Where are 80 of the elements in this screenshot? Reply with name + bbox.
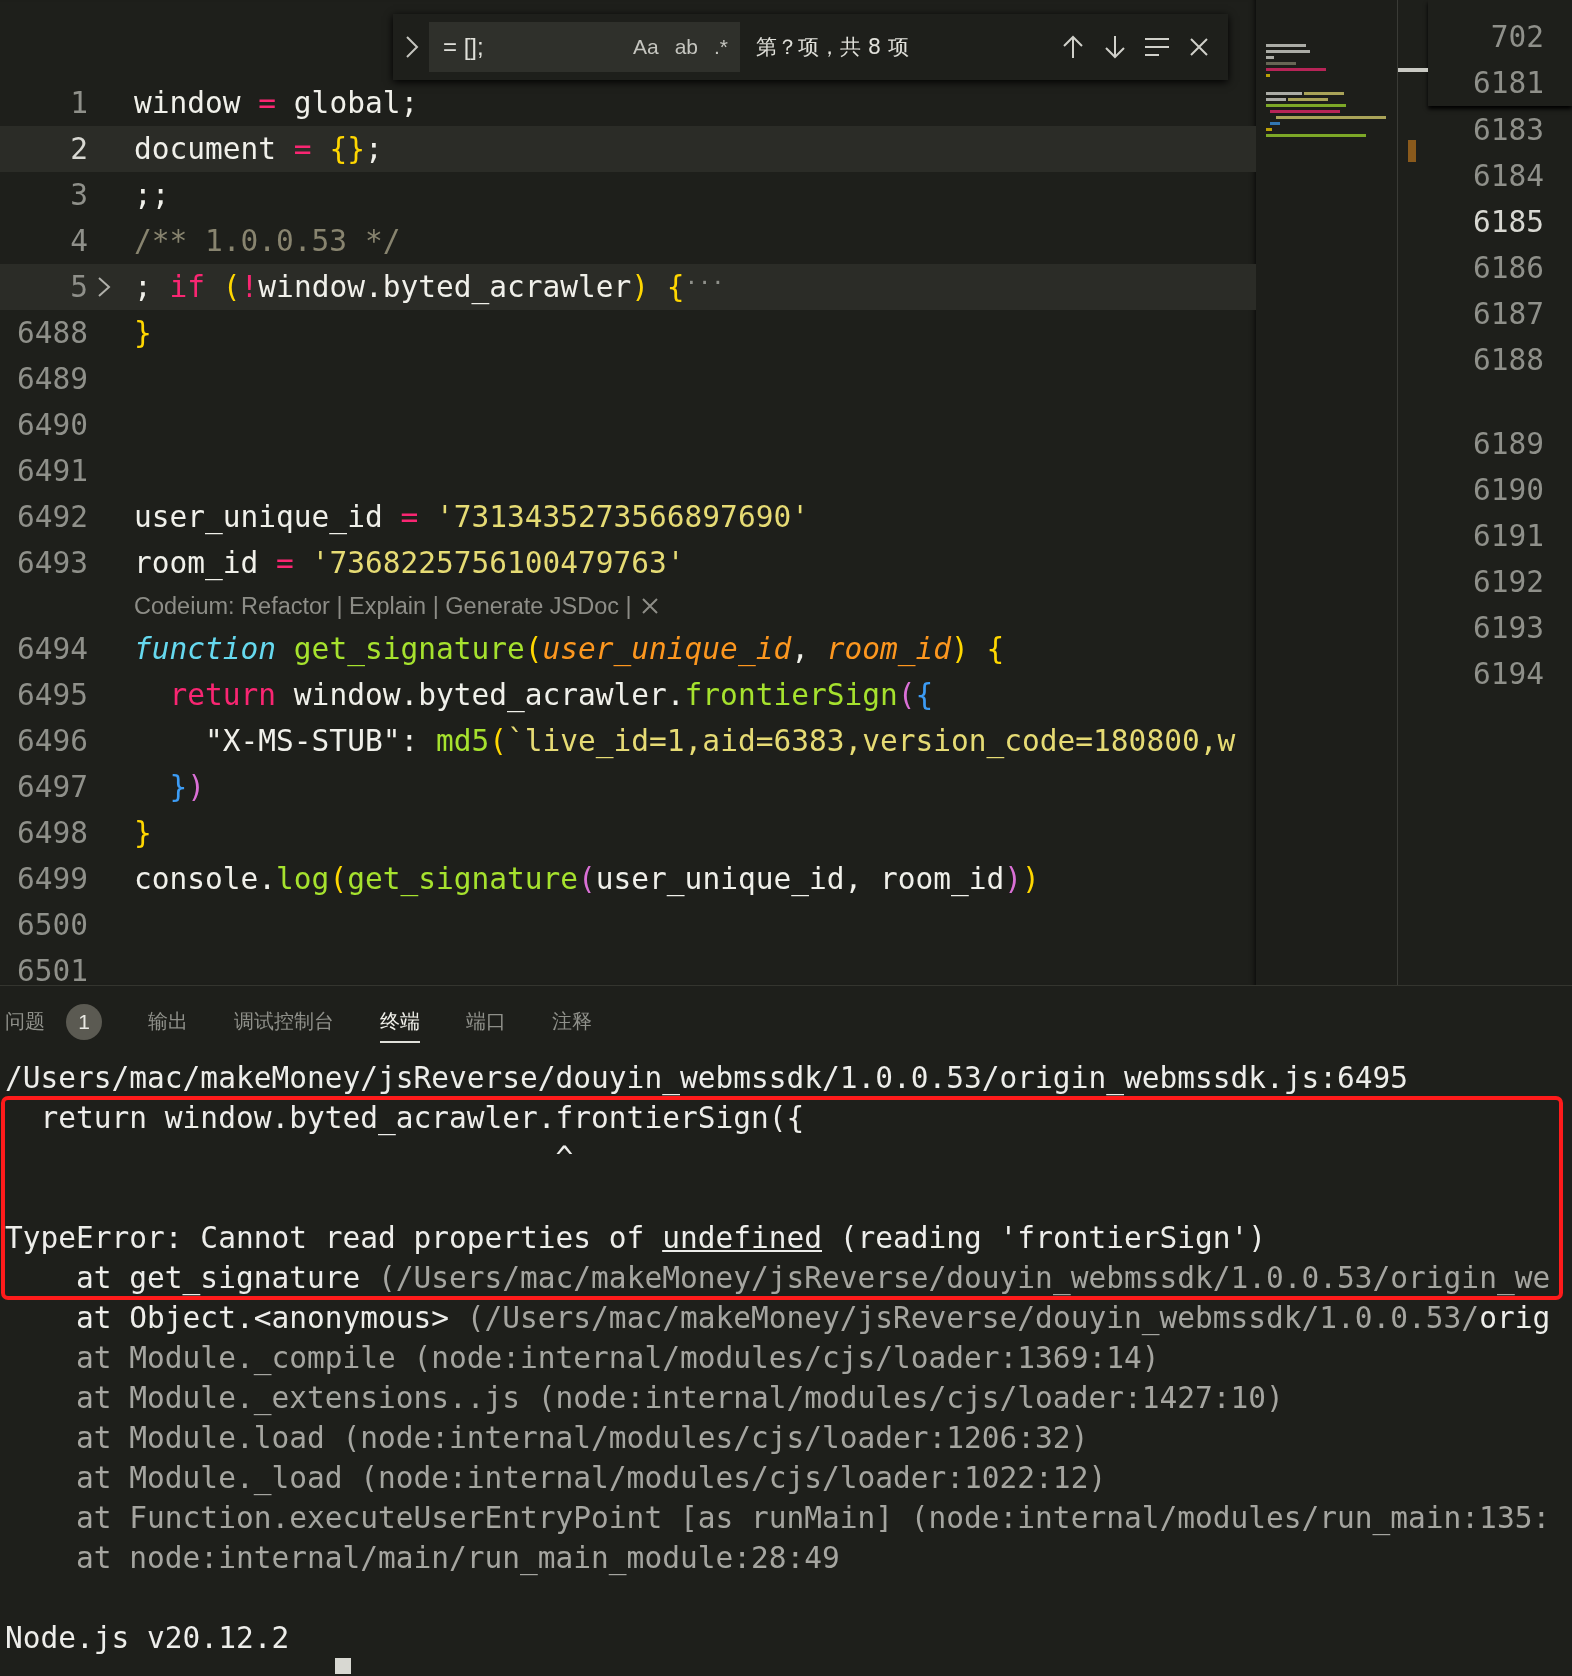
- line-number: 6499: [15, 862, 88, 896]
- terminal-line: at Module._extensions..js (node:internal/modules/cjs/loader:1427:10): [75, 1380, 1285, 1418]
- line-number: 6488: [15, 316, 88, 350]
- line-number: 3: [69, 178, 88, 212]
- toggle-button[interactable]: ab: [672, 35, 700, 59]
- panel-tab[interactable]: 问题: [5, 1001, 45, 1043]
- code-text: room_id = '7368225756100479763': [134, 546, 685, 580]
- code-text: user_unique_id = '7313435273566897690': [134, 500, 809, 534]
- panel-tab[interactable]: 端口: [466, 1001, 506, 1043]
- line-number: 6186: [1471, 250, 1545, 287]
- code-text: "X-MS-STUB": md5(`live_id=1,aid=6383,version_code=180800,w: [204, 724, 1236, 758]
- code-text: function get_signature(user_unique_id, room_id) {: [134, 632, 1005, 666]
- line-number: 6496: [15, 724, 88, 758]
- panel-tab[interactable]: 输出: [148, 1001, 188, 1043]
- line-number: 6183: [1471, 112, 1545, 149]
- line-number: 6493: [15, 546, 88, 580]
- panel-tab[interactable]: 调试控制台: [234, 1001, 334, 1043]
- terminal-line: at Module._load (node:internal/modules/cjs/loader:1022:12): [75, 1460, 1108, 1498]
- close-icon[interactable]: [639, 596, 660, 616]
- panel-tab[interactable]: 终端: [380, 1001, 420, 1043]
- scrollbar-marker: [1408, 140, 1417, 162]
- line-number: 6187: [1471, 296, 1545, 333]
- line-number: 6192: [1471, 564, 1545, 601]
- line-number: 4: [69, 224, 88, 258]
- line-number: 6193: [1471, 610, 1545, 647]
- line-number: 2: [69, 132, 88, 166]
- line-number: 1: [69, 86, 88, 120]
- line-number: 6189: [1471, 426, 1545, 463]
- line-number: 6185: [1471, 204, 1545, 241]
- count-badge: 1: [66, 1004, 102, 1040]
- line-number: 6489: [15, 362, 88, 396]
- line-number: 6495: [15, 678, 88, 712]
- terminal-line: at get_signature (/Users/mac/makeMoney/jsReverse/douyin_webmssdk/1.0.0.53/origin_we: [75, 1260, 1552, 1298]
- code-text: ; if (!window.byted_acrawler) {···: [134, 270, 725, 304]
- terminal-line: at Module._compile (node:internal/modules/cjs/loader:1369:14): [75, 1340, 1161, 1378]
- line-number: 6191: [1471, 518, 1545, 555]
- code-text: ;;: [134, 178, 170, 212]
- line-number: 6188: [1471, 342, 1545, 379]
- arrow-down-icon[interactable]: [1102, 34, 1128, 60]
- code-text: return window.byted_acrawler.frontierSign({: [168, 678, 934, 712]
- code-text: window = global;: [134, 86, 419, 120]
- code-text: }: [134, 816, 152, 850]
- line-number: 6184: [1471, 158, 1545, 195]
- chevron-right-icon[interactable]: [97, 276, 111, 298]
- line-number: 702: [1489, 19, 1545, 56]
- line-number: 6497: [15, 770, 88, 804]
- code-text: /** 1.0.0.53 */: [134, 224, 401, 258]
- terminal-cursor: [335, 1658, 351, 1674]
- terminal-line: /Users/mac/makeMoney/jsReverse/douyin_webmssdk/1.0.0.53/origin_webmssdk.js:6495: [5, 1060, 1410, 1098]
- code-text: }: [134, 316, 152, 350]
- terminal-line: at Function.executeUserEntryPoint [as runMain] (node:internal/modules/run_main:135:: [75, 1500, 1552, 1538]
- line-number: 6501: [15, 954, 88, 988]
- line-number: 6491: [15, 454, 88, 488]
- line-number: 6181: [1471, 65, 1545, 102]
- toggle-button[interactable]: .*: [712, 35, 730, 59]
- terminal-line: Node.js v20.12.2: [5, 1620, 291, 1657]
- terminal-line: at Object.<anonymous> (/Users/mac/makeMoney/jsReverse/douyin_webmssdk/1.0.0.53/orig: [75, 1300, 1552, 1338]
- terminal-line: at node:internal/main/run_main_module:28:49: [75, 1540, 841, 1578]
- line-number: 6194: [1471, 656, 1545, 693]
- match-count: 第？项，共 8 项: [756, 34, 909, 61]
- line-number: 6492: [15, 500, 88, 534]
- terminal-line: ^: [554, 1140, 575, 1177]
- toggle-button[interactable]: Aa: [630, 35, 661, 59]
- scrollbar-thumb[interactable]: [1398, 68, 1429, 72]
- panel-tab[interactable]: 注释: [552, 1001, 592, 1043]
- line-number: 6490: [15, 408, 88, 442]
- chevron-right-icon[interactable]: [405, 35, 419, 59]
- find-input[interactable]: = []; Aa ab .*: [429, 22, 740, 72]
- code-lens-actions[interactable]: Codeium: Refactor | Explain | Generate JSDoc |: [134, 592, 632, 620]
- line-number: 6498: [15, 816, 88, 850]
- line-number: 6494: [15, 632, 88, 666]
- code-text: console.log(get_signature(user_unique_id, room_id)): [134, 862, 1040, 896]
- line-number: 6500: [15, 908, 88, 942]
- terminal-line: TypeError: Cannot read properties of undefined (reading 'frontierSign'): [5, 1220, 1267, 1257]
- code-text: document = {};: [134, 132, 383, 166]
- terminal-line: return window.byted_acrawler.frontierSign({: [39, 1100, 806, 1138]
- line-number: 5: [69, 270, 88, 304]
- line-number: 6190: [1471, 472, 1545, 509]
- terminal-line: at Module.load (node:internal/modules/cjs/loader:1206:32): [75, 1420, 1090, 1457]
- code-text: }): [168, 770, 206, 804]
